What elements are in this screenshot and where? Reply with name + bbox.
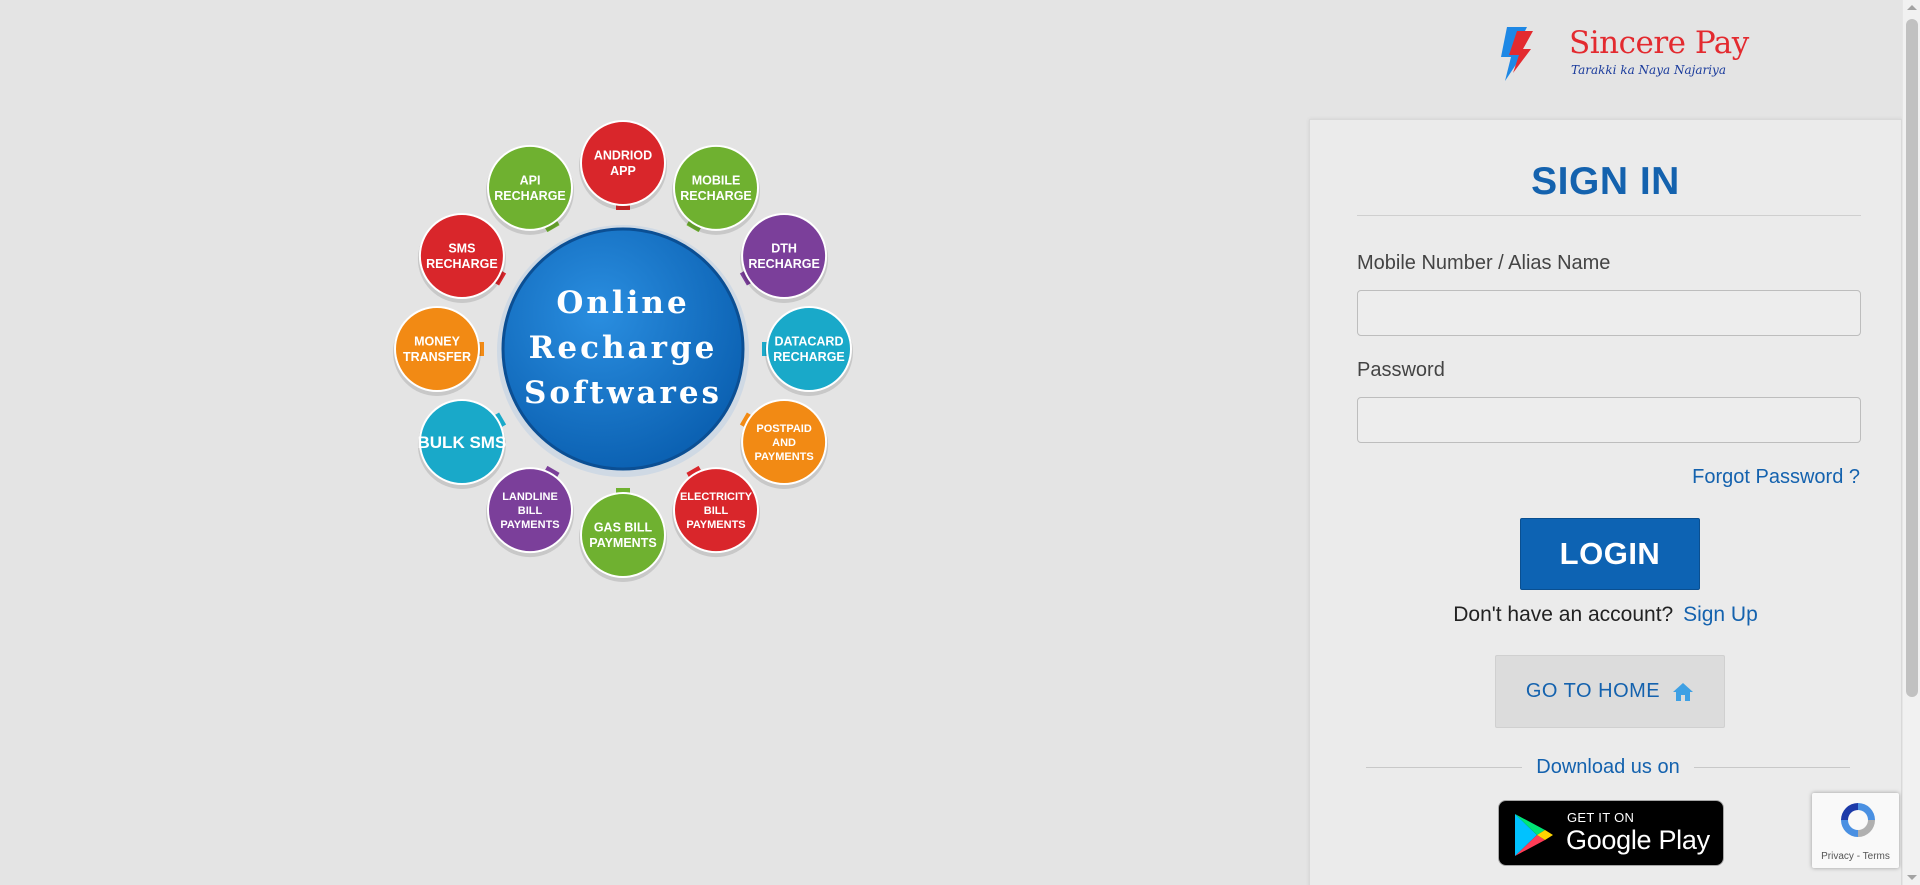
username-input[interactable] [1357, 290, 1861, 336]
bubble-datacard-recharge: DATACARDRECHARGE [765, 306, 853, 396]
mobile-recharge-label-line-1: MOBILE [692, 174, 741, 188]
infographic-graphic: ANDRIODAPPMOBILERECHARGEDTHRECHARGEDATAC… [393, 120, 853, 582]
no-account-text: Don't have an account? [1453, 603, 1674, 626]
google-play-main-text: Google Play [1566, 825, 1710, 855]
center-line-1: Online [556, 285, 689, 321]
divider-line-left [1366, 767, 1523, 768]
landline-bill-label-line-1: LANDLINE [502, 491, 558, 503]
password-label: Password [1357, 359, 1445, 381]
gas-bill-bubble-circle [580, 492, 666, 578]
brand-tagline: Tarakki ka Naya Najariya [1571, 63, 1726, 77]
bubble-dth-recharge: DTHRECHARGE [740, 213, 829, 303]
datacard-recharge-bubble-circle [766, 306, 852, 392]
forgot-password-link[interactable]: Forgot Password ? [1692, 466, 1860, 489]
center-line-2: Recharge [529, 330, 718, 366]
sms-recharge-label-line-1: SMS [448, 242, 475, 256]
postpaid-payments-label-line-2: AND [772, 437, 796, 449]
gas-bill-label-line-2: PAYMENTS [589, 536, 656, 550]
electricity-bill-label-line-2: BILL [704, 505, 729, 517]
bubble-electricity-bill: ELECTRICITY BILL PAYMENTS [672, 467, 760, 558]
bubble-money-transfer: MONEYTRANSFER [393, 306, 481, 396]
bubble-postpaid-payments: POSTPAID AND PAYMENTS [740, 399, 829, 489]
login-button[interactable]: LOGIN [1520, 518, 1700, 590]
recaptcha-badge[interactable]: Privacy - Terms [1812, 793, 1899, 868]
dth-recharge-bubble-circle [741, 213, 828, 299]
electricity-bill-label-line-1: ELECTRICITY [680, 491, 753, 503]
google-play-icon [1515, 814, 1553, 856]
electricity-bill-label-line-3: PAYMENTS [686, 519, 745, 531]
api-recharge-bubble-circle [487, 144, 573, 231]
go-to-home-button[interactable]: GO TO HOME [1495, 655, 1725, 728]
android-app-label-line-1: ANDRIOD [594, 149, 652, 163]
title-divider [1357, 215, 1861, 216]
page-title: SIGN IN [1531, 160, 1680, 203]
divider-line-right [1693, 767, 1850, 768]
datacard-recharge-label-line-1: DATACARD [775, 335, 844, 349]
bubble-mobile-recharge: MOBILERECHARGE [672, 144, 760, 235]
bulk-sms-label-line-1: BULK SMS [418, 433, 507, 452]
center-line-3: Softwares [524, 375, 722, 411]
android-app-bubble-circle [580, 120, 666, 206]
username-label: Mobile Number / Alias Name [1357, 252, 1611, 274]
api-recharge-label-line-2: RECHARGE [494, 189, 566, 203]
landline-bill-label-line-2: BILL [518, 505, 543, 517]
postpaid-payments-label-line-3: PAYMENTS [754, 451, 813, 463]
scroll-thumb[interactable] [1906, 19, 1918, 697]
android-app-label-line-2: APP [610, 164, 636, 178]
dth-recharge-label-line-1: DTH [771, 242, 797, 256]
money-transfer-label-line-1: MONEY [414, 335, 461, 349]
bubble-gas-bill: GAS BILLPAYMENTS [579, 492, 667, 582]
dth-recharge-label-line-2: RECHARGE [748, 257, 820, 271]
sms-recharge-bubble-circle [418, 213, 505, 299]
recaptcha-privacy-terms[interactable]: Privacy - Terms [1812, 851, 1899, 862]
api-recharge-label-line-1: API [520, 174, 541, 188]
landline-bill-label-line-3: PAYMENTS [500, 519, 559, 531]
download-text: Download us on [1536, 756, 1680, 778]
google-play-badge[interactable]: GET IT ON Google Play [1498, 800, 1724, 866]
bubble-landline-bill: LANDLINE BILL PAYMENTS [486, 467, 574, 558]
download-divider: Download us on [1366, 756, 1850, 779]
sincere-pay-logo-icon [1501, 27, 1533, 81]
mobile-recharge-bubble-circle [673, 144, 759, 231]
sms-recharge-label-line-2: RECHARGE [426, 257, 498, 271]
brand-logo[interactable]: Sincere Pay Tarakki ka Naya Najariya [1497, 23, 1749, 83]
money-transfer-label-line-2: TRANSFER [403, 350, 471, 364]
home-icon [1673, 682, 1694, 701]
datacard-recharge-label-line-2: RECHARGE [773, 350, 845, 364]
bubble-sms-recharge: SMSRECHARGE [417, 213, 506, 303]
bubble-bulk-sms: BULK SMS [418, 399, 507, 489]
recaptcha-icon [1841, 803, 1875, 837]
mobile-recharge-label-line-2: RECHARGE [680, 189, 752, 203]
signup-row: Don't have an account? Sign Up [1310, 603, 1901, 627]
signin-panel: SIGN IN Mobile Number / Alias Name Passw… [1309, 119, 1902, 885]
go-to-home-label: GO TO HOME [1525, 680, 1661, 702]
password-input[interactable] [1357, 397, 1861, 443]
gas-bill-label-line-1: GAS BILL [594, 521, 653, 535]
google-play-top-text: GET IT ON [1567, 810, 1635, 825]
brand-name: Sincere Pay [1569, 25, 1749, 61]
online-recharge-infographic: ANDRIOD APP MOBILE RECHARGE DTH RECHARGE DATAC… [345, 85, 905, 615]
scroll-up-arrow-icon[interactable] [1907, 5, 1917, 10]
signup-link[interactable]: Sign Up [1683, 603, 1758, 626]
bubble-android-app: ANDRIODAPP [579, 120, 667, 210]
postpaid-payments-label-line-1: POSTPAID [756, 423, 811, 435]
page-scrollbar[interactable] [1902, 0, 1920, 885]
money-transfer-bubble-circle [394, 306, 480, 392]
scroll-down-arrow-icon[interactable] [1907, 875, 1917, 880]
bubble-api-recharge: APIRECHARGE [486, 144, 574, 235]
